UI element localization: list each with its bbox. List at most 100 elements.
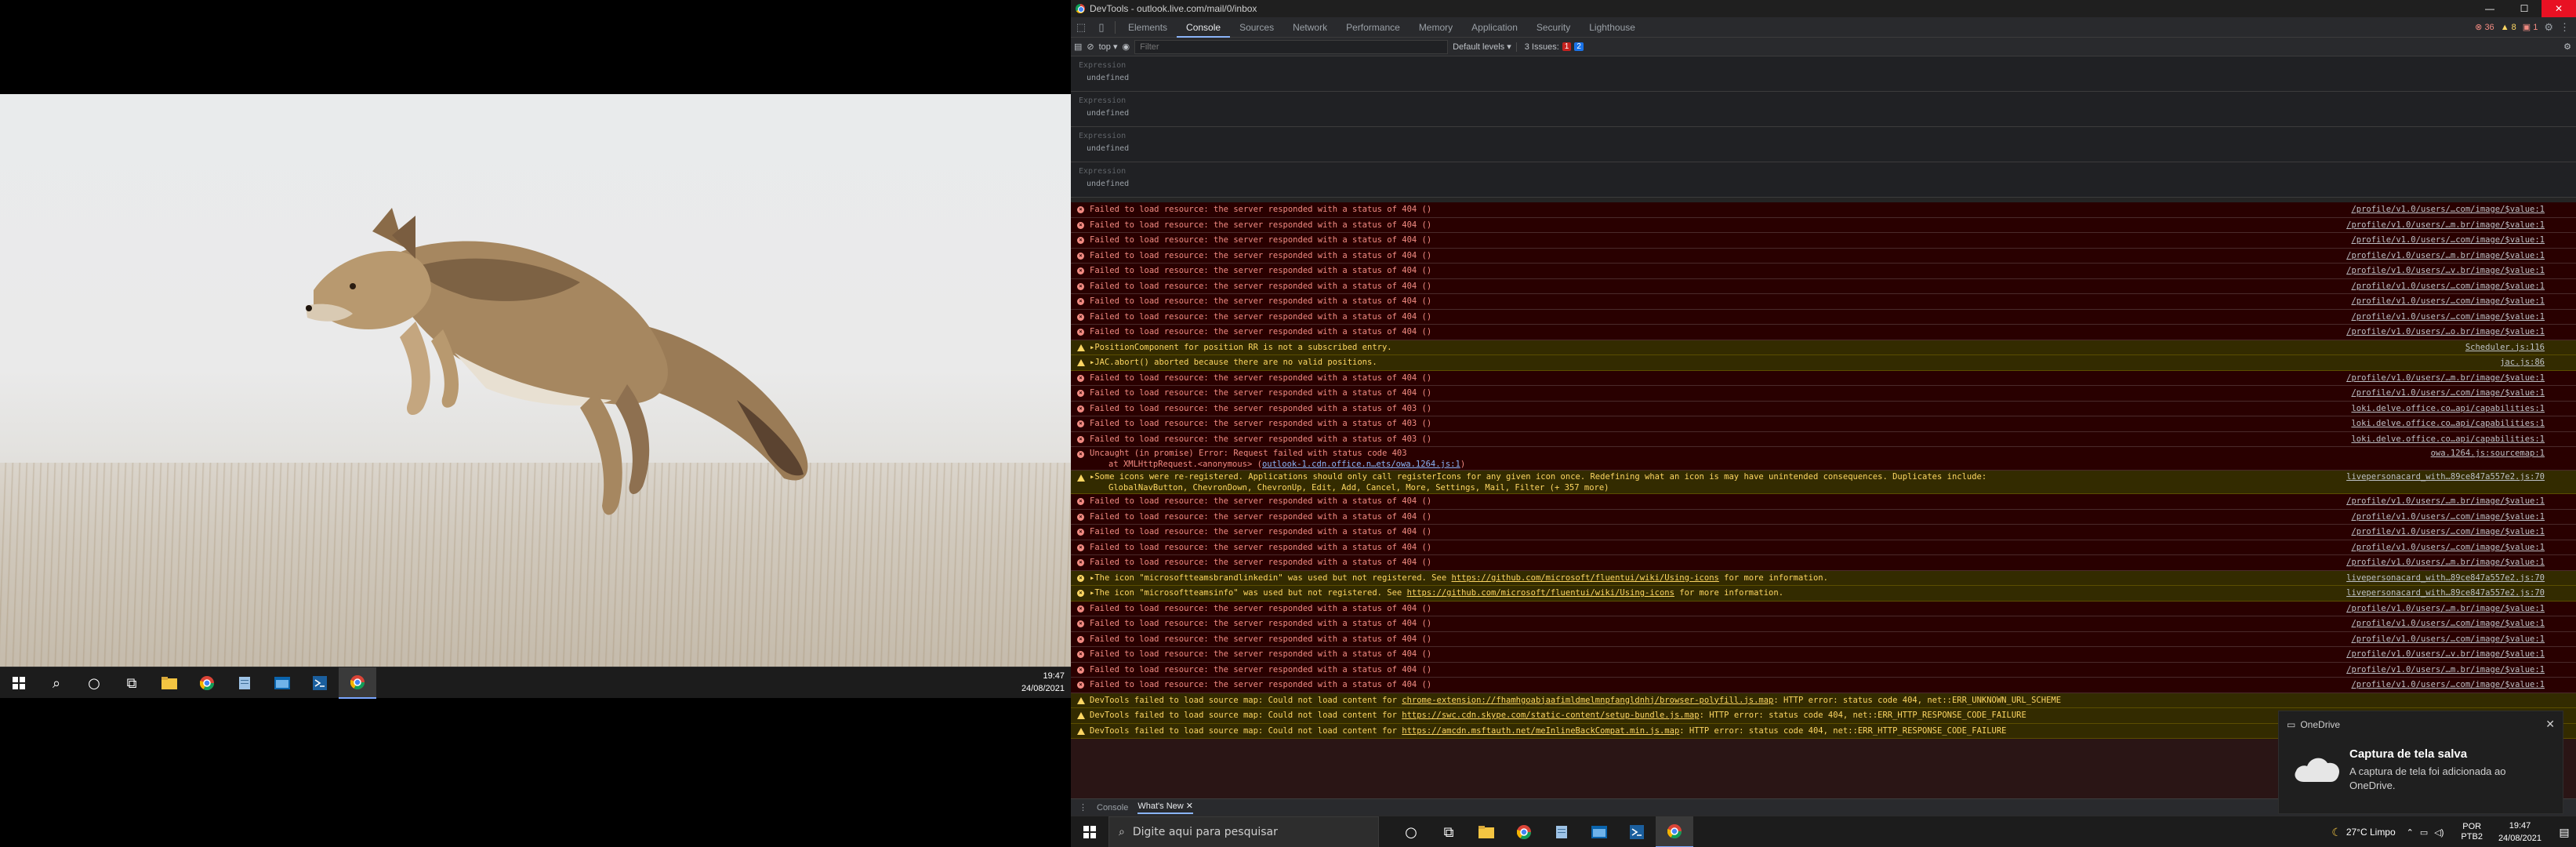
console-message-error[interactable]: × Failed to load resource: the server res…: [1071, 416, 2576, 432]
message-source-link[interactable]: loki.delve.office.co…api/capabilities:1: [2351, 416, 2545, 431]
tab-console[interactable]: Console: [1177, 17, 1231, 38]
left-clock[interactable]: 19:47 24/08/2021: [1021, 670, 1065, 695]
console-message-warn[interactable]: ▸PositionComponent for position RR is no…: [1071, 340, 2576, 355]
console-message-error[interactable]: × Failed to load resource: the server res…: [1071, 631, 2576, 647]
network-icon[interactable]: ▭: [2420, 827, 2428, 838]
message-source-link[interactable]: /profile/v1.0/users/…com/image/$value:1: [2351, 294, 2545, 309]
file-explorer-icon[interactable]: [151, 667, 188, 699]
console-message-error[interactable]: × Failed to load resource: the server res…: [1071, 386, 2576, 402]
message-link[interactable]: https://github.com/microsoft/fluentui/wi…: [1407, 588, 1674, 598]
live-expression[interactable]: Expression undefined: [1071, 92, 2576, 127]
language-indicator[interactable]: POR PTB2: [2461, 822, 2483, 842]
message-source-link[interactable]: /profile/v1.0/users/…v.br/image/$value:1: [2346, 264, 2545, 278]
outlook-icon[interactable]: [263, 667, 301, 699]
message-source-link[interactable]: jac.js:86: [2500, 355, 2545, 370]
chrome-active-icon[interactable]: [339, 667, 376, 699]
message-source-link[interactable]: /profile/v1.0/users/…m.br/image/$value:1: [2346, 555, 2545, 570]
console-message-error[interactable]: × Failed to load resource: the server res…: [1071, 325, 2576, 340]
message-source-link[interactable]: /profile/v1.0/users/…m.br/image/$value:1: [2346, 494, 2545, 509]
inspect-element-icon[interactable]: ⬚: [1071, 17, 1091, 38]
message-source-link[interactable]: /profile/v1.0/users/…com/image/$value:1: [2351, 233, 2545, 248]
message-source-link[interactable]: loki.delve.office.co…api/capabilities:1: [2351, 432, 2545, 447]
vscode-icon[interactable]: [1618, 816, 1656, 847]
chrome-icon[interactable]: [188, 667, 226, 699]
onedrive-notification[interactable]: ▭ OneDrive ✕ Captura de tela salva A cap…: [2278, 711, 2563, 814]
message-link[interactable]: https://swc.cdn.skype.com/static-content…: [1402, 711, 1699, 720]
console-message-warn[interactable]: ▸JAC.abort() aborted because there are n…: [1071, 355, 2576, 371]
tab-memory[interactable]: Memory: [1410, 17, 1462, 38]
live-expression[interactable]: Expression undefined: [1071, 56, 2576, 92]
console-message-error[interactable]: × Failed to load resource: the server res…: [1071, 278, 2576, 294]
message-link[interactable]: https://amcdn.msftauth.net/meInlineBackC…: [1402, 726, 1679, 736]
console-message-error[interactable]: × Failed to load resource: the server res…: [1071, 431, 2576, 447]
file-explorer-icon[interactable]: [1468, 816, 1505, 847]
console-message-error[interactable]: × Failed to load resource: the server res…: [1071, 401, 2576, 416]
console-message-error[interactable]: × Failed to load resource: the server res…: [1071, 509, 2576, 525]
console-message-error[interactable]: × Failed to load resource: the server res…: [1071, 217, 2576, 233]
settings-gear-icon[interactable]: ⚙: [2544, 21, 2553, 34]
tab-elements[interactable]: Elements: [1119, 17, 1177, 38]
task-view-icon[interactable]: ⧉: [1430, 816, 1468, 847]
message-source-link[interactable]: /profile/v1.0/users/…com/image/$value:1: [2351, 202, 2545, 217]
message-source-link[interactable]: /profile/v1.0/users/…com/image/$value:1: [2351, 510, 2545, 525]
console-message-error[interactable]: × Failed to load resource: the server res…: [1071, 202, 2576, 218]
message-source-link[interactable]: /profile/v1.0/users/…o.br/image/$value:1: [2346, 325, 2545, 340]
console-message-err2[interactable]: × ▸The icon "microsoftteamsbrandlinkedin"…: [1071, 570, 2576, 586]
console-message-error[interactable]: × Failed to load resource: the server res…: [1071, 647, 2576, 663]
notifications-icon[interactable]: ▤: [2552, 826, 2576, 839]
console-message-warn[interactable]: ▸Some icons were re-registered. Applicat…: [1071, 471, 2576, 494]
search-icon[interactable]: ⌕: [38, 667, 75, 699]
console-message-error[interactable]: × Failed to load resource: the server res…: [1071, 662, 2576, 678]
toast-close-icon[interactable]: ✕: [2545, 718, 2555, 731]
task-view-icon[interactable]: ⧉: [113, 667, 151, 699]
tab-security[interactable]: Security: [1527, 17, 1580, 38]
message-source-link[interactable]: Scheduler.js:116: [2465, 340, 2545, 355]
message-source-link[interactable]: livepersonacard_with…89ce847a557e2.js:70: [2346, 586, 2545, 601]
console-message-error[interactable]: × Failed to load resource: the server res…: [1071, 494, 2576, 510]
tab-lighthouse[interactable]: Lighthouse: [1580, 17, 1645, 38]
tab-application[interactable]: Application: [1462, 17, 1527, 38]
windows-start-icon[interactable]: [1071, 816, 1108, 847]
message-source-link[interactable]: /profile/v1.0/users/…com/image/$value:1: [2351, 386, 2545, 401]
weather-widget[interactable]: ☾ 27°C Limpo: [2331, 826, 2395, 839]
console-message-error[interactable]: × Failed to load resource: the server res…: [1071, 294, 2576, 310]
chrome-active-icon[interactable]: [1656, 816, 1693, 847]
console-message-error[interactable]: × Failed to load resource: the server res…: [1071, 555, 2576, 571]
console-message-error[interactable]: × Failed to load resource: the server res…: [1071, 616, 2576, 632]
context-selector[interactable]: top ▾: [1099, 42, 1118, 52]
live-expression[interactable]: Expression undefined: [1071, 162, 2576, 198]
message-source-link[interactable]: /profile/v1.0/users/…m.br/image/$value:1: [2346, 602, 2545, 616]
minimize-icon[interactable]: —: [2473, 0, 2507, 17]
device-toolbar-icon[interactable]: ▯: [1091, 17, 1112, 38]
message-source-link[interactable]: /profile/v1.0/users/…com/image/$value:1: [2351, 678, 2545, 693]
message-source-link[interactable]: /profile/v1.0/users/…m.br/image/$value:1: [2346, 371, 2545, 386]
vscode-icon[interactable]: [301, 667, 339, 699]
message-source-link[interactable]: /profile/v1.0/users/…com/image/$value:1: [2351, 632, 2545, 647]
error-count-badge[interactable]: ⊗ 36: [2475, 22, 2494, 32]
tab-network[interactable]: Network: [1283, 17, 1337, 38]
message-source-link[interactable]: /profile/v1.0/users/…v.br/image/$value:1: [2346, 647, 2545, 662]
message-source-link[interactable]: livepersonacard_with…89ce847a557e2.js:70: [2346, 471, 2545, 482]
windows-start-icon[interactable]: [0, 667, 38, 699]
console-settings-gear-icon[interactable]: ⚙: [2563, 42, 2571, 52]
console-message-error[interactable]: × Failed to load resource: the server res…: [1071, 370, 2576, 386]
console-message-error[interactable]: × Failed to load resource: the server res…: [1071, 248, 2576, 264]
console-message-error[interactable]: × Failed to load resource: the server res…: [1071, 233, 2576, 249]
console-message-err2[interactable]: × ▸The icon "microsoftteamsinfo" was used…: [1071, 586, 2576, 602]
levels-dropdown[interactable]: Default levels ▾: [1453, 42, 1511, 52]
console-message-error[interactable]: × Uncaught (in promise) Error: Request fa…: [1071, 447, 2576, 471]
tray-chevron-up-icon[interactable]: ⌃: [2407, 827, 2414, 838]
console-message-error[interactable]: × Failed to load resource: the server res…: [1071, 525, 2576, 540]
drawer-tab-console[interactable]: Console: [1097, 803, 1128, 812]
close-icon[interactable]: ✕: [2542, 0, 2576, 17]
clear-console-icon[interactable]: ⊘: [1087, 42, 1094, 52]
console-message-error[interactable]: × Failed to load resource: the server res…: [1071, 678, 2576, 693]
chrome-icon[interactable]: [1505, 816, 1543, 847]
message-source-link[interactable]: /profile/v1.0/users/…com/image/$value:1: [2351, 540, 2545, 555]
message-source-link[interactable]: /profile/v1.0/users/…com/image/$value:1: [2351, 310, 2545, 325]
message-source-link[interactable]: /profile/v1.0/users/…m.br/image/$value:1: [2346, 218, 2545, 233]
console-message-error[interactable]: × Failed to load resource: the server res…: [1071, 309, 2576, 325]
issues-counter[interactable]: 3 Issues: 1 2: [1515, 42, 1584, 52]
notepad-icon[interactable]: [226, 667, 263, 699]
sidebar-toggle-icon[interactable]: ▤: [1074, 42, 1082, 52]
